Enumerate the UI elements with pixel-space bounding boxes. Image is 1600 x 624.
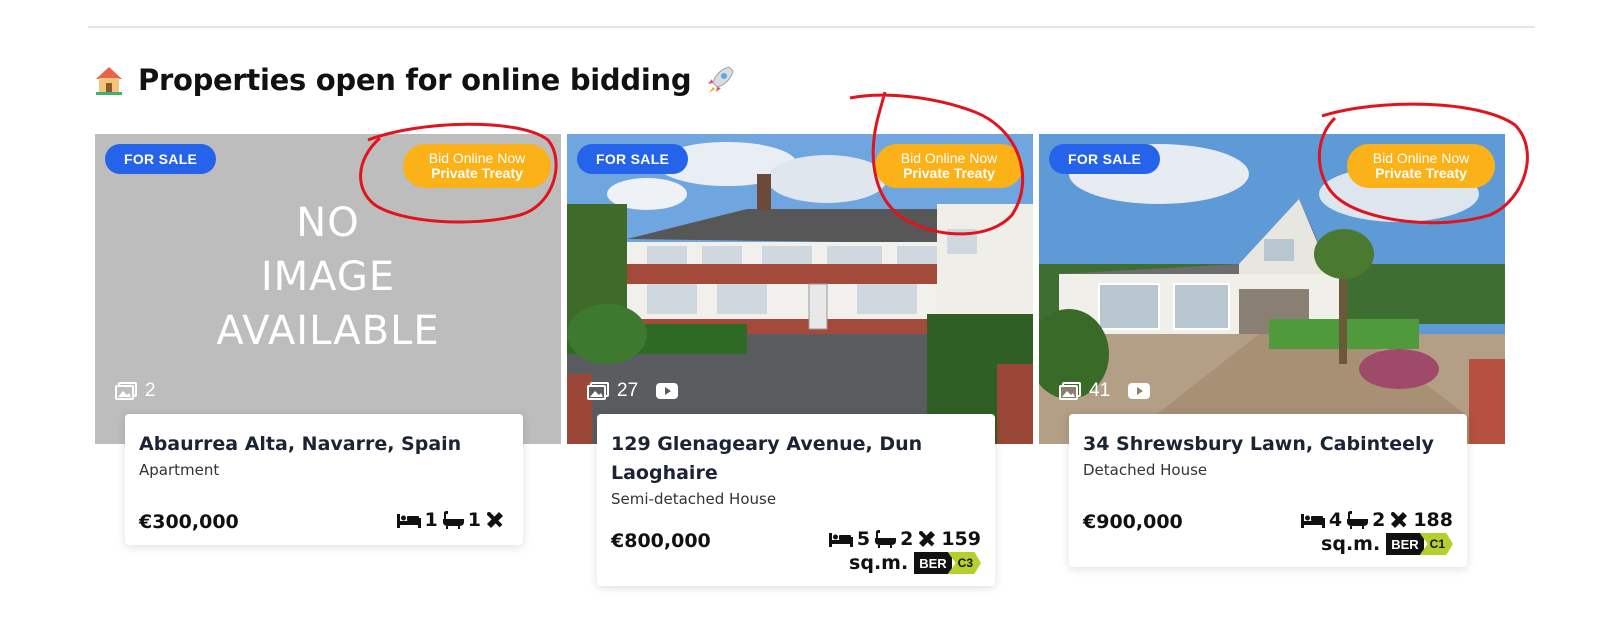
bid-online-badge[interactable]: Bid Online Now Private Treaty xyxy=(403,144,551,188)
bid-online-label: Bid Online Now xyxy=(900,150,998,166)
bid-online-badge[interactable]: Bid Online Now Private Treaty xyxy=(875,144,1023,188)
property-address[interactable]: 129 Glenageary Avenue, Dun Laoghaire xyxy=(611,430,981,488)
video-icon[interactable] xyxy=(656,383,679,399)
property-info[interactable]: Abaurrea Alta, Navarre, Spain Apartment … xyxy=(125,414,523,545)
gallery-icon xyxy=(1059,382,1081,400)
ber-rating: C3 xyxy=(947,552,981,574)
private-treaty-label: Private Treaty xyxy=(903,165,995,181)
ber-rating: C1 xyxy=(1419,533,1453,555)
bed-count: 1 xyxy=(424,509,438,531)
video-icon[interactable] xyxy=(1128,383,1151,399)
area-value: 188 xyxy=(1413,509,1453,531)
bath-icon xyxy=(1347,511,1369,529)
ber-label: BER xyxy=(914,552,952,574)
property-info[interactable]: 34 Shrewsbury Lawn, Cabinteely Detached … xyxy=(1069,414,1467,567)
property-address[interactable]: 34 Shrewsbury Lawn, Cabinteely xyxy=(1083,430,1453,459)
bed-icon xyxy=(396,514,421,528)
bath-icon xyxy=(875,530,897,548)
area-value: 159 xyxy=(941,528,981,550)
property-price: €900,000 xyxy=(1083,511,1183,533)
bath-count: 2 xyxy=(900,528,914,550)
area-unit: sq.m. xyxy=(849,552,909,574)
bid-online-label: Bid Online Now xyxy=(428,150,526,166)
area-icon xyxy=(919,531,936,547)
area-unit: sq.m. xyxy=(1321,533,1381,555)
bed-count: 4 xyxy=(1328,509,1343,531)
section-title: Properties open for online bidding xyxy=(138,63,692,97)
bath-count: 1 xyxy=(467,509,481,531)
for-sale-badge: FOR SALE xyxy=(105,144,217,174)
media-meta[interactable]: 27 xyxy=(587,380,679,402)
ber-rating-badge: BER C3 xyxy=(914,552,981,574)
media-meta[interactable]: 2 xyxy=(115,380,156,402)
property-info[interactable]: 129 Glenageary Avenue, Dun Laoghaire Sem… xyxy=(597,414,995,586)
property-type: Detached House xyxy=(1083,461,1208,479)
property-image[interactable]: FOR SALE Bid Online Now Private Treaty 4… xyxy=(1039,134,1505,444)
property-image[interactable]: NO IMAGE AVAILABLE FOR SALE Bid Online N… xyxy=(95,134,561,444)
property-card[interactable]: NO IMAGE AVAILABLE FOR SALE Bid Online N… xyxy=(95,134,561,604)
property-address[interactable]: Abaurrea Alta, Navarre, Spain xyxy=(139,430,509,459)
property-price: €800,000 xyxy=(611,530,711,552)
area-icon xyxy=(487,512,503,528)
gallery-icon xyxy=(115,382,137,400)
property-card[interactable]: FOR SALE Bid Online Now Private Treaty 2… xyxy=(567,134,1033,604)
bath-count: 2 xyxy=(1372,509,1386,531)
bid-online-badge[interactable]: Bid Online Now Private Treaty xyxy=(1347,144,1495,188)
rocket-icon xyxy=(708,66,734,93)
house-icon xyxy=(96,67,122,95)
gallery-icon xyxy=(587,382,609,400)
section-heading: Properties open for online bidding xyxy=(92,60,737,100)
property-price: €300,000 xyxy=(139,511,239,533)
property-image[interactable]: FOR SALE Bid Online Now Private Treaty 2… xyxy=(567,134,1033,444)
bed-icon xyxy=(1300,514,1325,528)
bed-icon xyxy=(828,533,853,547)
ber-label: BER xyxy=(1386,533,1424,555)
photo-count: 41 xyxy=(1089,380,1111,401)
area-icon xyxy=(1391,512,1408,528)
ber-rating-badge: BER C1 xyxy=(1386,533,1453,555)
for-sale-badge: FOR SALE xyxy=(577,144,689,174)
private-treaty-label: Private Treaty xyxy=(431,165,523,181)
property-type: Semi-detached House xyxy=(611,490,777,508)
photo-count: 2 xyxy=(145,380,156,401)
photo-count: 27 xyxy=(617,380,639,401)
bath-icon xyxy=(442,511,464,529)
property-card[interactable]: FOR SALE Bid Online Now Private Treaty 4… xyxy=(1039,134,1505,604)
private-treaty-label: Private Treaty xyxy=(1375,165,1467,181)
for-sale-badge: FOR SALE xyxy=(1049,144,1161,174)
bed-count: 5 xyxy=(856,528,871,550)
property-type: Apartment xyxy=(139,461,220,479)
section-divider xyxy=(88,26,1535,28)
bid-online-label: Bid Online Now xyxy=(1372,150,1470,166)
media-meta[interactable]: 41 xyxy=(1059,380,1151,402)
